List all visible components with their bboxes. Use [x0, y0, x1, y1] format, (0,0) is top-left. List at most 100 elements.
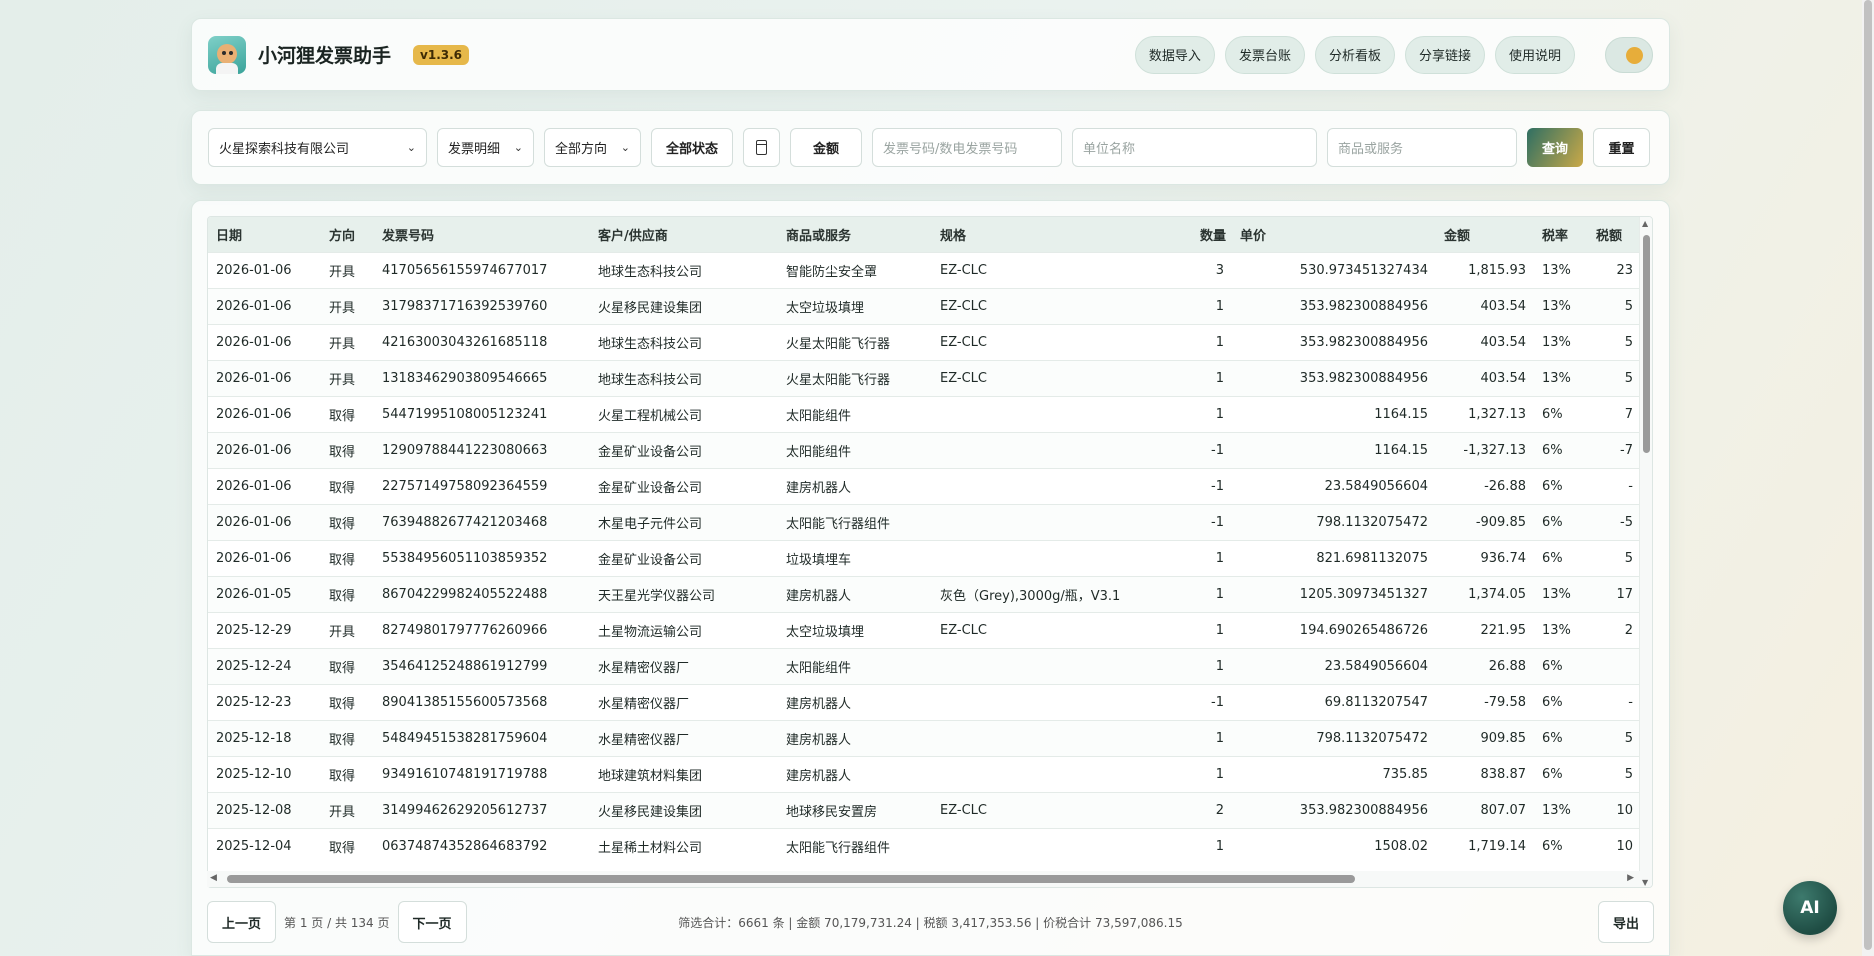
view-select[interactable]: 发票明细 ⌄: [437, 128, 534, 167]
col-goods-cell: 太阳能飞行器组件: [778, 503, 932, 540]
col-direction-cell: 取得: [321, 431, 374, 468]
query-button[interactable]: 查询: [1527, 128, 1583, 167]
col-unit-price-cell: 353.982300884956: [1232, 791, 1436, 828]
next-page-button[interactable]: 下一页: [397, 901, 467, 943]
col-tax-cell: -5: [1588, 503, 1641, 540]
col-direction-cell: 开具: [321, 791, 374, 828]
col-spec-cell: [932, 395, 1192, 432]
app-title: 小河狸发票助手: [258, 45, 392, 67]
table-row[interactable]: 2026-01-06 开具 42163003043261685118 地球生态科技公司…: [208, 323, 1641, 360]
toggle-knob: [1626, 46, 1643, 64]
nav-help-button[interactable]: 使用说明: [1494, 35, 1575, 74]
col-amount-header[interactable]: 金额: [1436, 217, 1534, 252]
col-unit-price-header[interactable]: 单价: [1232, 217, 1436, 252]
table-row[interactable]: 2026-01-06 取得 22757149758092364559 金星矿业设备公司…: [208, 467, 1641, 504]
table-row[interactable]: 2026-01-06 取得 54471995108005123241 火星工程机械公司…: [208, 395, 1641, 432]
page-scrollbar[interactable]: [1862, 0, 1874, 956]
col-partner-cell: 天王星光学仪器公司: [590, 575, 778, 612]
col-date-cell: 2026-01-06: [208, 359, 321, 396]
table-row[interactable]: 2026-01-06 取得 55384956051103859352 金星矿业设备公司…: [208, 539, 1641, 576]
col-quantity-cell: 1: [1192, 611, 1232, 648]
page-info: 第 1 页 / 共 134 页: [284, 915, 390, 930]
col-invoice-number-cell: 42163003043261685118: [374, 323, 590, 360]
scroll-down-icon[interactable]: ▼: [1642, 878, 1648, 887]
table-row[interactable]: 2025-12-23 取得 89041385155600573568 水星精密仪器厂建…: [208, 683, 1641, 720]
invoice-number-input[interactable]: 发票号码/数电发票号码: [872, 128, 1062, 167]
col-direction-cell: 取得: [321, 647, 374, 684]
ai-assistant-button[interactable]: AI: [1783, 881, 1837, 935]
table-row[interactable]: 2026-01-06 开具 31798371716392539760 火星移民建设集团…: [208, 287, 1641, 324]
col-goods-cell: 建房机器人: [778, 755, 932, 792]
col-tax-rate-cell: 6%: [1534, 431, 1588, 468]
col-tax-header[interactable]: 税额: [1588, 217, 1641, 252]
col-tax-rate-header[interactable]: 税率: [1534, 217, 1588, 252]
horizontal-scrollbar[interactable]: ◀ ▶: [207, 871, 1640, 887]
scroll-up-icon[interactable]: ▲: [1642, 219, 1648, 228]
col-invoice-number-header[interactable]: 发票号码: [374, 217, 590, 252]
table-row[interactable]: 2026-01-06 取得 12909788441223080663 金星矿业设备公司…: [208, 431, 1641, 468]
unit-name-input[interactable]: 单位名称: [1072, 128, 1317, 167]
col-unit-price-cell: 530.973451327434: [1232, 251, 1436, 288]
horizontal-scroll-thumb[interactable]: [227, 875, 1355, 883]
table-row[interactable]: 2025-12-18 取得 54849451538281759604 水星精密仪器厂建…: [208, 719, 1641, 756]
vertical-scroll-thumb[interactable]: [1643, 235, 1650, 453]
prev-page-button[interactable]: 上一页: [207, 901, 277, 943]
export-button[interactable]: 导出: [1597, 901, 1654, 943]
table-row[interactable]: 2025-12-29 开具 82749801797776260966 土星物流运输公司…: [208, 611, 1641, 648]
table-row[interactable]: 2026-01-06 开具 13183462903809546665 地球生态科技公司…: [208, 359, 1641, 396]
table-row[interactable]: 2026-01-05 取得 86704229982405522488 天王星光学仪器公…: [208, 575, 1641, 612]
col-amount-cell: 1,374.05: [1436, 575, 1534, 612]
page-scroll-thumb[interactable]: [1864, 0, 1872, 950]
col-spec-cell: EZ-CLC: [932, 359, 1192, 396]
col-quantity-header[interactable]: 数量: [1192, 217, 1232, 252]
nav-invoice-ledger-button[interactable]: 发票台账: [1224, 35, 1305, 74]
col-tax-rate-cell: 13%: [1534, 323, 1588, 360]
table-row[interactable]: 2026-01-06 取得 76394882677421203468 木星电子元件公司…: [208, 503, 1641, 540]
col-partner-cell: 土星物流运输公司: [590, 611, 778, 648]
date-picker-button[interactable]: [743, 128, 780, 167]
table-row[interactable]: 2025-12-10 取得 93491610748191719788 地球建筑材料集团…: [208, 755, 1641, 792]
col-quantity-cell: 1: [1192, 539, 1232, 576]
table-row[interactable]: 2025-12-08 开具 31499462629205612737 火星移民建设集团…: [208, 791, 1641, 828]
col-goods-cell: 太阳能组件: [778, 647, 932, 684]
col-partner-header[interactable]: 客户/供应商: [590, 217, 778, 252]
company-select[interactable]: 火星探索科技有限公司 ⌄: [208, 128, 427, 167]
scroll-right-icon[interactable]: ▶: [1627, 873, 1634, 883]
col-amount-cell: 221.95: [1436, 611, 1534, 648]
table-row[interactable]: 2026-01-06 开具 41705656155974677017 地球生态科技公司…: [208, 251, 1641, 288]
col-tax-cell: 5: [1588, 359, 1641, 396]
goods-input[interactable]: 商品或服务: [1327, 128, 1517, 167]
col-tax-cell: -7: [1588, 431, 1641, 468]
col-tax-cell: -: [1588, 467, 1641, 504]
col-direction-cell: 取得: [321, 683, 374, 720]
nav-share-link-button[interactable]: 分享链接: [1404, 35, 1485, 74]
reset-button[interactable]: 重置: [1593, 128, 1650, 167]
col-goods-header[interactable]: 商品或服务: [778, 217, 932, 252]
col-quantity-cell: 1: [1192, 575, 1232, 612]
nav-data-import-button[interactable]: 数据导入: [1134, 35, 1215, 74]
col-partner-cell: 水星精密仪器厂: [590, 683, 778, 720]
col-quantity-cell: -1: [1192, 431, 1232, 468]
vertical-scrollbar[interactable]: ▲ ▼: [1639, 217, 1652, 887]
theme-toggle[interactable]: [1605, 36, 1653, 73]
col-unit-price-cell: 69.8113207547: [1232, 683, 1436, 720]
col-goods-cell: 地球移民安置房: [778, 791, 932, 828]
col-tax-cell: 2: [1588, 611, 1641, 648]
table-row[interactable]: 2025-12-04 取得 06374874352864683792 土星稀土材料公司…: [208, 827, 1641, 864]
table-card: 日期 方向 发票号码 客户/供应商 商品或服务 规格 数量 单价 金额 税率 税额 2026-01-…: [191, 200, 1670, 956]
col-unit-price-cell: 798.1132075472: [1232, 719, 1436, 756]
amount-filter-button[interactable]: 金额: [790, 128, 862, 167]
nav-dashboard-button[interactable]: 分析看板: [1314, 35, 1395, 74]
col-date-header[interactable]: 日期: [208, 217, 321, 252]
col-spec-cell: 灰色（Grey),3000g/瓶，V3.1: [932, 575, 1192, 612]
scroll-left-icon[interactable]: ◀: [210, 873, 217, 883]
direction-select[interactable]: 全部方向 ⌄: [544, 128, 641, 167]
col-invoice-number-cell: 06374874352864683792: [374, 827, 590, 864]
col-date-cell: 2026-01-06: [208, 539, 321, 576]
col-spec-header[interactable]: 规格: [932, 217, 1192, 252]
table-row[interactable]: 2025-12-24 取得 35464125248861912799 水星精密仪器厂太…: [208, 647, 1641, 684]
status-filter-button[interactable]: 全部状态: [651, 128, 733, 167]
col-tax-rate-cell: 6%: [1534, 755, 1588, 792]
col-spec-cell: [932, 539, 1192, 576]
col-direction-header[interactable]: 方向: [321, 217, 374, 252]
